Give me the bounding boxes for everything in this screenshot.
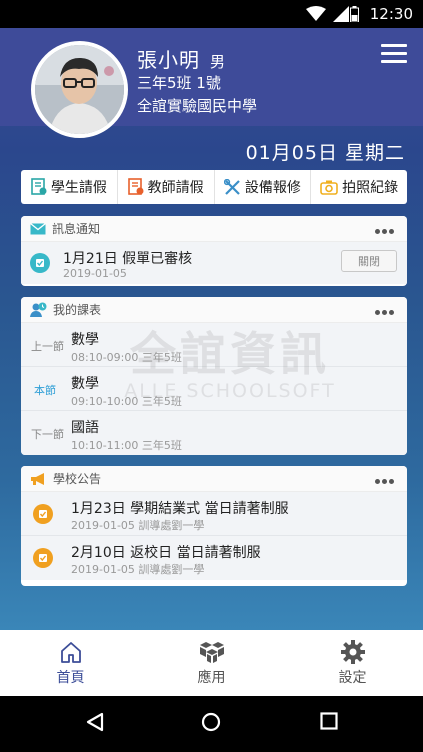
announcement-meta: 2019-01-05 訓導處劉一學 bbox=[71, 519, 205, 532]
avatar[interactable] bbox=[31, 41, 128, 138]
schedule-detail: 08:10-09:00 三年5班 bbox=[71, 351, 182, 364]
home-circle-icon[interactable] bbox=[201, 712, 221, 732]
announcement-list: 1月23日 學期結業式 當日請著制服 2019-01-05 訓導處劉一學 2月1… bbox=[21, 492, 407, 580]
tab-home-label: 首頁 bbox=[56, 669, 85, 686]
schedule-list: 上一節 數學 08:10-09:00 三年5班 本節 數學 09:10-10:0… bbox=[21, 323, 407, 455]
recent-apps-icon[interactable] bbox=[320, 712, 338, 730]
current-date: 01月05日 星期二 bbox=[245, 142, 405, 164]
notice-check-icon bbox=[30, 253, 50, 273]
schedule-detail: 09:10-10:00 三年5班 bbox=[71, 395, 182, 408]
notice-item[interactable]: 1月21日 假單已審核 2019-01-05 關閉 bbox=[21, 242, 407, 284]
schedule-detail: 10:10-11:00 三年5班 bbox=[71, 439, 182, 452]
camera-icon bbox=[320, 180, 338, 195]
photo-record-button[interactable]: 拍照紀錄 bbox=[311, 170, 407, 204]
repair-tools-icon bbox=[223, 178, 240, 195]
notice-card-title: 訊息通知 bbox=[52, 222, 101, 236]
tab-settings[interactable]: 設定 bbox=[282, 630, 423, 696]
teacher-leave-label: 教師請假 bbox=[147, 180, 204, 196]
student-leave-label: 學生請假 bbox=[50, 180, 107, 196]
schedule-row-current[interactable]: 本節 數學 09:10-10:00 三年5班 bbox=[21, 367, 407, 411]
schedule-card-header: 我的課表 bbox=[21, 297, 407, 323]
announcement-item[interactable]: 2月10日 返校日 當日請著制服 2019-01-05 訓導處劉一學 bbox=[21, 536, 407, 580]
schedule-row[interactable]: 上一節 數學 08:10-09:00 三年5班 bbox=[21, 323, 407, 367]
notice-date: 2019-01-05 bbox=[63, 267, 127, 280]
repair-button[interactable]: 設備報修 bbox=[215, 170, 312, 204]
announcement-item[interactable]: 1月23日 學期結業式 當日請著制服 2019-01-05 訓導處劉一學 bbox=[21, 492, 407, 536]
announcement-card: 學校公告 1月23日 學期結業式 當日請著制服 2019-01-05 訓導處劉一… bbox=[21, 466, 407, 586]
schedule-slot: 上一節 bbox=[31, 340, 64, 353]
announcement-check-icon bbox=[33, 548, 53, 568]
student-class: 三年5班 1號 bbox=[137, 74, 221, 92]
tab-home[interactable]: 首頁 bbox=[0, 630, 141, 696]
status-time: 12:30 bbox=[369, 5, 413, 23]
notice-more-icon[interactable] bbox=[375, 223, 397, 234]
student-leave-button[interactable]: 學生請假 bbox=[21, 170, 118, 204]
announcement-more-icon[interactable] bbox=[375, 473, 397, 484]
schedule-slot-current: 本節 bbox=[34, 384, 56, 397]
gear-icon bbox=[340, 639, 365, 664]
notice-close-button[interactable]: 關閉 bbox=[341, 250, 397, 272]
teacher-leave-button[interactable]: 教師請假 bbox=[118, 170, 215, 204]
school-name: 全誼實驗國民中學 bbox=[137, 97, 258, 115]
status-bar: 12:30 bbox=[0, 0, 423, 28]
repair-label: 設備報修 bbox=[244, 180, 301, 196]
student-gender: 男 bbox=[210, 53, 226, 71]
schedule-subject: 數學 bbox=[71, 332, 99, 348]
envelope-icon bbox=[30, 222, 46, 234]
system-nav-bar bbox=[0, 696, 423, 752]
schedule-row[interactable]: 下一節 國語 10:10-11:00 三年5班 bbox=[21, 411, 407, 455]
announcement-text: 2月10日 返校日 當日請著制服 bbox=[71, 545, 261, 561]
student-leave-icon bbox=[31, 178, 47, 195]
wifi-icon bbox=[306, 6, 326, 21]
schedule-subject: 數學 bbox=[71, 376, 99, 392]
schedule-subject: 國語 bbox=[71, 420, 99, 436]
announcement-check-icon bbox=[33, 504, 53, 524]
megaphone-icon bbox=[31, 472, 44, 485]
photo-record-label: 拍照紀錄 bbox=[342, 180, 399, 196]
announcement-meta: 2019-01-05 訓導處劉一學 bbox=[71, 563, 205, 576]
battery-icon bbox=[350, 6, 359, 22]
tab-apps[interactable]: 應用 bbox=[141, 630, 282, 696]
announcement-card-header: 學校公告 bbox=[21, 466, 407, 492]
tab-settings-label: 設定 bbox=[338, 669, 367, 686]
user-clock-icon bbox=[30, 302, 47, 317]
hamburger-menu-icon[interactable] bbox=[381, 44, 407, 66]
quick-actions-bar: 學生請假 教師請假 設備報修 拍照紀錄 bbox=[21, 170, 407, 204]
schedule-card: 我的課表 上一節 數學 08:10-09:00 三年5班 本節 數學 09:10… bbox=[21, 297, 407, 455]
notice-text: 1月21日 假單已審核 bbox=[63, 251, 193, 267]
avatar-photo bbox=[35, 45, 124, 134]
notice-card-header: 訊息通知 bbox=[21, 216, 407, 242]
schedule-more-icon[interactable] bbox=[375, 304, 397, 315]
back-icon[interactable] bbox=[86, 712, 104, 732]
schedule-card-title: 我的課表 bbox=[53, 303, 102, 317]
announcement-card-title: 學校公告 bbox=[53, 472, 102, 486]
apps-cube-icon bbox=[199, 641, 224, 663]
signal-icon bbox=[333, 6, 349, 22]
profile-name-row: 張小明男 bbox=[137, 44, 225, 73]
phone-screen: 12:30 張小明男 三年5班 1號 全誼實驗國民中學 01月05日 星期二 學… bbox=[0, 0, 423, 752]
schedule-slot: 下一節 bbox=[31, 428, 64, 441]
student-name: 張小明 bbox=[137, 48, 200, 72]
notice-card: 訊息通知 1月21日 假單已審核 2019-01-05 關閉 bbox=[21, 216, 407, 286]
bottom-tab-bar: 首頁 應用 設定 bbox=[0, 630, 423, 696]
announcement-text: 1月23日 學期結業式 當日請著制服 bbox=[71, 501, 289, 517]
teacher-leave-icon bbox=[127, 178, 144, 195]
tab-apps-label: 應用 bbox=[197, 669, 226, 686]
home-icon bbox=[60, 641, 81, 663]
